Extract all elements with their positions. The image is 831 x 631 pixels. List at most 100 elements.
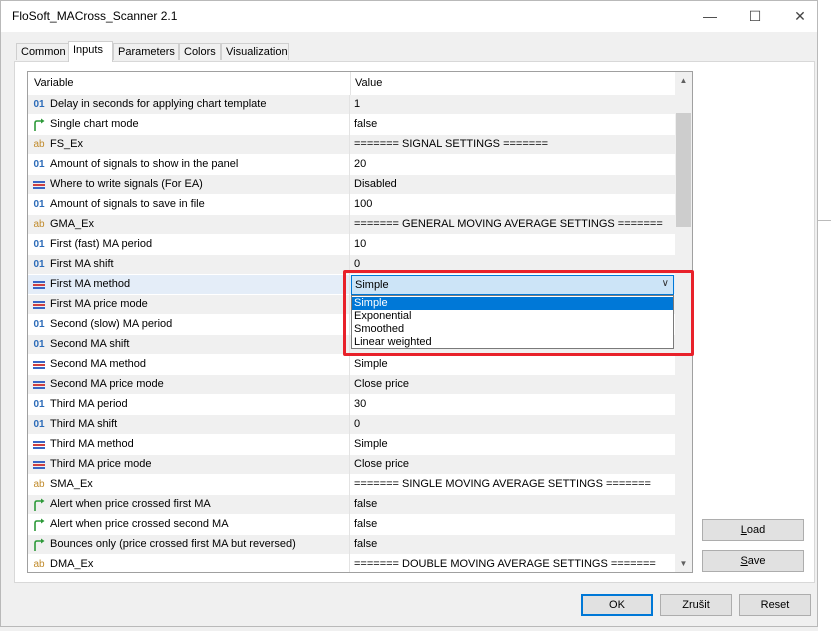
grid-header: Variable Value [28, 72, 675, 96]
variable-cell[interactable]: Where to write signals (For EA) [28, 175, 350, 195]
table-row[interactable]: 01 Third MA period 30 [28, 395, 675, 415]
variable-label: GMA_Ex [50, 218, 95, 230]
variable-cell[interactable]: Second MA method [28, 355, 350, 375]
value-cell[interactable]: 20 [351, 155, 675, 175]
variable-cell[interactable]: Alert when price crossed second MA [28, 515, 350, 535]
variable-cell[interactable]: Second MA price mode [28, 375, 350, 395]
value-cell[interactable]: ======= GENERAL MOVING AVERAGE SETTINGS … [351, 215, 675, 235]
variable-cell[interactable]: 01 Amount of signals to save in file [28, 195, 350, 215]
variable-cell[interactable]: Third MA method [28, 435, 350, 455]
save-button[interactable]: Save [702, 550, 804, 572]
header-variable[interactable]: Variable [34, 77, 74, 89]
value-cell[interactable]: ======= DOUBLE MOVING AVERAGE SETTINGS =… [351, 555, 675, 572]
value-cell[interactable]: 10 [351, 235, 675, 255]
value-text: false [354, 118, 378, 130]
tab-common[interactable]: Common [16, 43, 69, 60]
value-cell[interactable]: false [351, 115, 675, 135]
variable-cell[interactable]: 01 Second MA shift [28, 335, 350, 355]
variable-cell[interactable]: ab SMA_Ex [28, 475, 350, 495]
value-cell[interactable]: Close price [351, 455, 675, 475]
table-row[interactable]: 01 First (fast) MA period 10 [28, 235, 675, 255]
reset-button[interactable]: Reset [739, 594, 811, 616]
table-row[interactable]: Second MA price mode Close price [28, 375, 675, 395]
table-row[interactable]: Third MA price mode Close price [28, 455, 675, 475]
table-row[interactable]: Single chart mode false [28, 115, 675, 135]
value-cell[interactable]: false [351, 495, 675, 515]
maximize-button[interactable]: ☐ [732, 1, 778, 32]
table-row[interactable]: 01 Delay in seconds for applying chart te… [28, 95, 675, 115]
table-row[interactable]: Third MA method Simple [28, 435, 675, 455]
value-cell[interactable]: 100 [351, 195, 675, 215]
variable-cell[interactable]: ab DMA_Ex [28, 555, 350, 572]
close-button[interactable]: ✕ [777, 1, 823, 32]
boolean-arrow-icon [32, 518, 46, 532]
tab-visualization[interactable]: Visualization [221, 43, 289, 60]
table-row[interactable]: Alert when price crossed first MA false [28, 495, 675, 515]
variable-cell[interactable]: Bounces only (price crossed first MA but… [28, 535, 350, 555]
value-cell[interactable]: 0 [351, 415, 675, 435]
header-value[interactable]: Value [355, 77, 382, 89]
value-cell[interactable]: false [351, 515, 675, 535]
variable-cell[interactable]: 01 Third MA shift [28, 415, 350, 435]
tab-inputs[interactable]: Inputs [68, 41, 113, 62]
variable-cell[interactable]: 01 Third MA period [28, 395, 350, 415]
integer-icon: 01 [33, 259, 45, 270]
integer-icon: 01 [33, 99, 45, 110]
value-cell[interactable]: Disabled [351, 175, 675, 195]
value-cell[interactable]: ======= SIGNAL SETTINGS ======= [351, 135, 675, 155]
variable-cell[interactable]: Alert when price crossed first MA [28, 495, 350, 515]
table-row[interactable]: ab GMA_Ex ======= GENERAL MOVING AVERAGE S… [28, 215, 675, 235]
enum-list-icon [32, 458, 46, 472]
variable-cell[interactable]: ab GMA_Ex [28, 215, 350, 235]
scroll-up-icon[interactable]: ▲ [675, 72, 692, 89]
value-text: Disabled [354, 178, 397, 190]
variable-cell[interactable]: 01 First MA shift [28, 255, 350, 275]
variable-label: Alert when price crossed second MA [50, 518, 229, 530]
table-row[interactable]: Second MA method Simple [28, 355, 675, 375]
tab-parameters[interactable]: Parameters [113, 43, 179, 60]
boolean-arrow-icon [32, 118, 46, 132]
table-row[interactable]: Where to write signals (For EA) Disabled [28, 175, 675, 195]
table-row[interactable]: 01 Third MA shift 0 [28, 415, 675, 435]
table-row[interactable]: Alert when price crossed second MA false [28, 515, 675, 535]
variable-label: SMA_Ex [50, 478, 93, 490]
variable-cell[interactable]: 01 Second (slow) MA period [28, 315, 350, 335]
scroll-down-icon[interactable]: ▼ [675, 555, 692, 572]
value-cell[interactable]: Simple [351, 355, 675, 375]
variable-cell[interactable]: 01 First (fast) MA period [28, 235, 350, 255]
value-cell[interactable]: 30 [351, 395, 675, 415]
value-cell[interactable]: Close price [351, 375, 675, 395]
table-row[interactable]: ab FS_Ex ======= SIGNAL SETTINGS ======= [28, 135, 675, 155]
value-text: 30 [354, 398, 367, 410]
variable-cell[interactable]: 01 Delay in seconds for applying chart te… [28, 95, 350, 115]
ok-button[interactable]: OK [581, 594, 653, 616]
value-cell[interactable]: ======= SINGLE MOVING AVERAGE SETTINGS =… [351, 475, 675, 495]
boolean-arrow-icon [32, 538, 46, 552]
integer-icon: 01 [33, 239, 45, 250]
load-button[interactable]: Load [702, 519, 804, 541]
string-icon: ab [33, 219, 45, 230]
scroll-thumb[interactable] [676, 113, 691, 227]
value-text: false [354, 518, 378, 530]
minimize-button[interactable]: — [687, 1, 733, 32]
variable-cell[interactable]: ab FS_Ex [28, 135, 350, 155]
table-row[interactable]: ab DMA_Ex ======= DOUBLE MOVING AVERAGE SE… [28, 555, 675, 572]
table-row[interactable]: 01 Amount of signals to save in file 100 [28, 195, 675, 215]
tab-colors[interactable]: Colors [179, 43, 221, 60]
enum-list-icon [32, 438, 46, 452]
cancel-button[interactable]: Zrušit [660, 594, 732, 616]
variable-label: Second MA method [50, 358, 147, 370]
table-row[interactable]: ab SMA_Ex ======= SINGLE MOVING AVERAGE SE… [28, 475, 675, 495]
table-row[interactable]: Bounces only (price crossed first MA but… [28, 535, 675, 555]
enum-list-icon [32, 358, 46, 372]
variable-cell[interactable]: First MA price mode [28, 295, 350, 315]
value-cell[interactable]: false [351, 535, 675, 555]
variable-cell[interactable]: Single chart mode [28, 115, 350, 135]
variable-cell[interactable]: 01 Amount of signals to show in the panel [28, 155, 350, 175]
value-cell[interactable]: 1 [351, 95, 675, 115]
integer-icon: 01 [33, 339, 45, 350]
value-cell[interactable]: Simple [351, 435, 675, 455]
table-row[interactable]: 01 Amount of signals to show in the panel… [28, 155, 675, 175]
variable-cell[interactable]: Third MA price mode [28, 455, 350, 475]
variable-cell[interactable]: First MA method [28, 275, 350, 295]
